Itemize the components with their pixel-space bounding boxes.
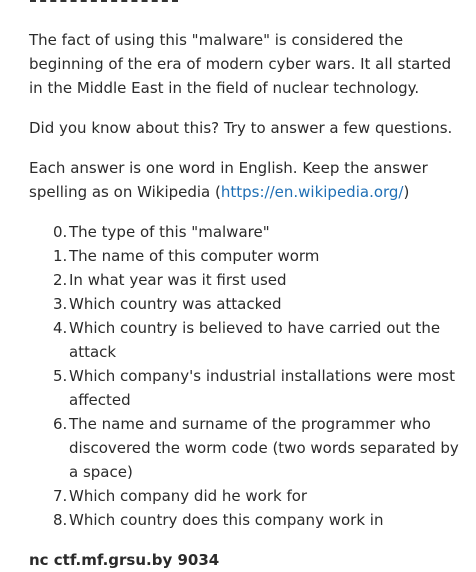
list-item: 0. The type of this "malware" — [29, 220, 464, 244]
item-number: 7. — [53, 487, 68, 505]
list-item: 8. Which country does this company work i… — [29, 508, 464, 532]
list-item: 6. The name and surname of the programmer… — [29, 412, 464, 484]
list-item: 3. Which country was attacked — [29, 292, 464, 316]
list-item: 4. Which country is believed to have carr… — [29, 316, 464, 364]
item-text: Which country does this company work in — [69, 511, 384, 529]
item-text: The type of this "malware" — [69, 223, 270, 241]
list-item: 2. In what year was it first used — [29, 268, 464, 292]
item-number: 2. — [53, 271, 68, 289]
item-number: 6. — [53, 415, 68, 433]
item-number: 4. — [53, 319, 68, 337]
list-item: 5. Which company's industrial installatio… — [29, 364, 464, 412]
dashed-divider — [30, 0, 178, 4]
intro-paragraph: The fact of using this "malware" is cons… — [29, 31, 452, 97]
list-item: 1. The name of this computer worm — [29, 244, 464, 268]
item-text: Which country is believed to have carrie… — [69, 319, 441, 361]
item-number: 8. — [53, 511, 68, 529]
item-text: Which country was attacked — [69, 295, 282, 313]
item-text: The name and surname of the programmer w… — [69, 415, 459, 481]
item-number: 5. — [53, 367, 68, 385]
connection-command: nc ctf.mf.grsu.by 9034 — [29, 551, 220, 569]
item-text: In what year was it first used — [69, 271, 287, 289]
challenge-description: The fact of using this "malware" is cons… — [29, 28, 464, 572]
item-text: Which company's industrial installations… — [69, 367, 455, 409]
instruction-paragraph: Each answer is one word in English. Keep… — [29, 156, 464, 204]
questions-list: 0. The type of this "malware" 1. The name … — [29, 220, 464, 532]
item-text: The name of this computer worm — [69, 247, 320, 265]
item-number: 1. — [53, 247, 68, 265]
instruction-suffix: ) — [403, 183, 410, 201]
item-number: 0. — [53, 223, 68, 241]
question-paragraph: Did you know about this? Try to answer a… — [29, 119, 453, 137]
list-item: 7. Which company did he work for — [29, 484, 464, 508]
item-number: 3. — [53, 295, 68, 313]
wikipedia-link[interactable]: https://en.wikipedia.org/ — [221, 183, 404, 201]
item-text: Which company did he work for — [69, 487, 308, 505]
